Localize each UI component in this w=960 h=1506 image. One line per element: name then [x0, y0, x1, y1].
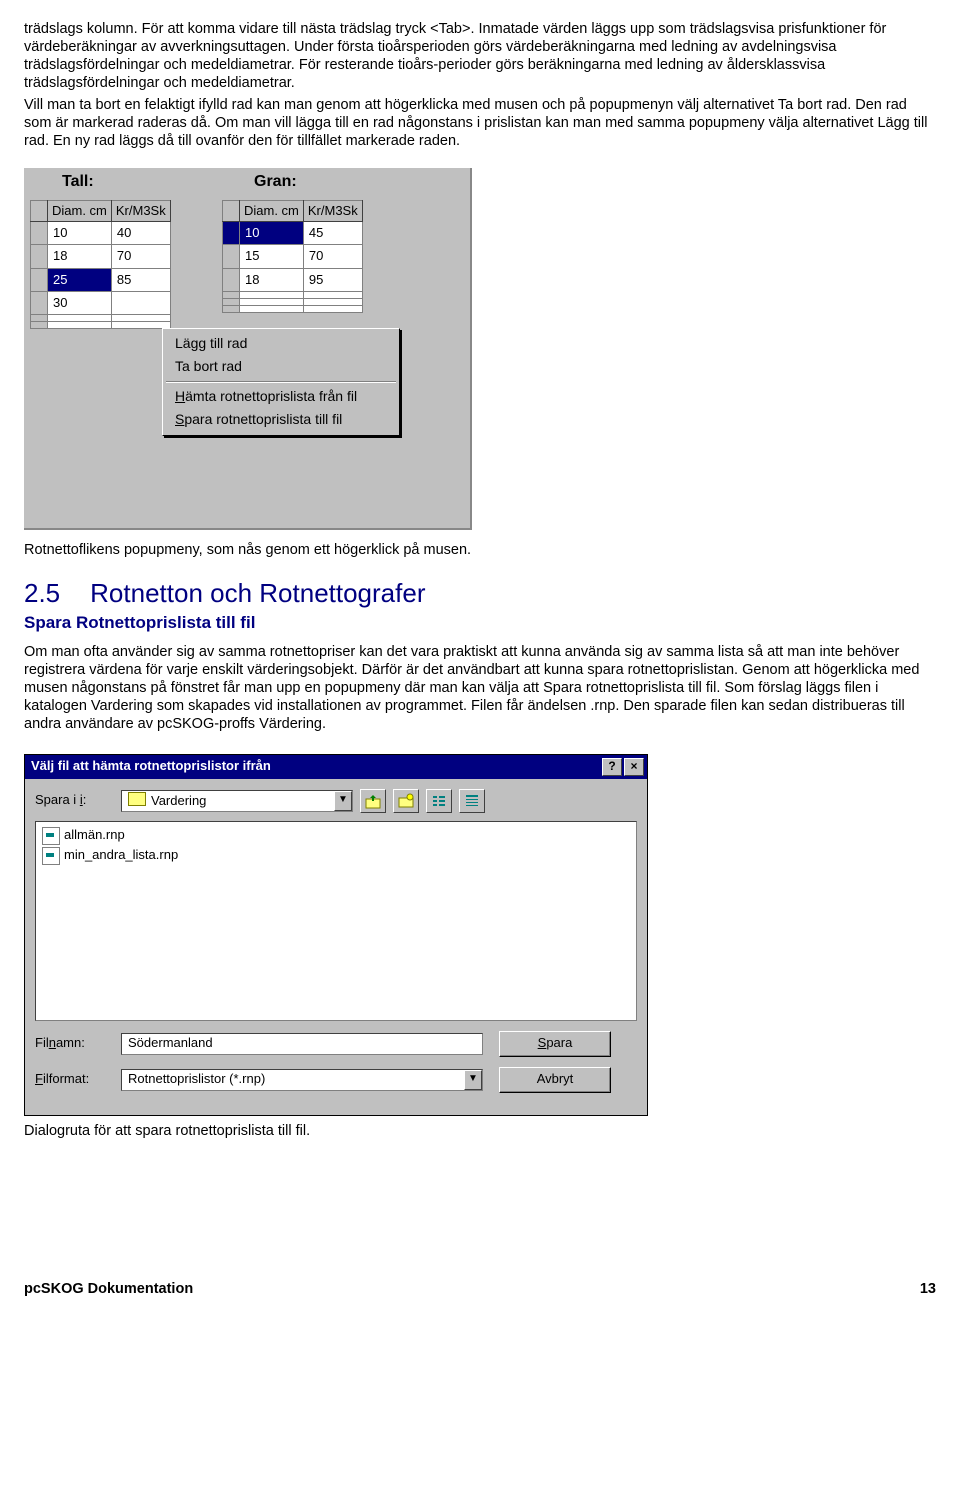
file-item[interactable]: allmän.rnp: [42, 826, 630, 846]
list-view-button[interactable]: [426, 789, 452, 813]
page-footer: pcSKOG Dokumentation 13: [24, 1280, 936, 1298]
menu-load-from-file[interactable]: Hämta rotnettoprislista från fil: [165, 385, 397, 409]
intro-paragraph-2: Vill man ta bort en felaktigt ifylld rad…: [24, 96, 936, 150]
save-dialog: Välj fil att hämta rotnettoprislistor if…: [24, 754, 648, 1116]
cell[interactable]: 85: [111, 268, 170, 291]
cell[interactable]: [303, 298, 362, 305]
footer-left: pcSKOG Dokumentation: [24, 1280, 193, 1298]
dialog-titlebar: Välj fil att hämta rotnettoprislistor if…: [25, 755, 647, 779]
section-heading: 2.5Rotnetton och Rotnettografer: [24, 577, 936, 610]
cell[interactable]: [48, 322, 112, 329]
save-in-label: Spara i i:: [35, 792, 121, 808]
file-icon: [42, 827, 60, 845]
rotnetto-tables-screenshot: Tall: Gran: Diam. cm Kr/M3Sk 1040 1870 2…: [24, 168, 472, 530]
new-folder-button[interactable]: [393, 789, 419, 813]
cell[interactable]: [303, 291, 362, 298]
cell[interactable]: 70: [111, 245, 170, 268]
fileformat-label: Filformat:: [35, 1071, 121, 1087]
cell[interactable]: [111, 315, 170, 322]
tall-label: Tall:: [62, 172, 94, 192]
folder-icon: [128, 792, 146, 806]
cell[interactable]: [240, 298, 304, 305]
cell[interactable]: [240, 305, 304, 312]
gran-label: Gran:: [254, 172, 297, 192]
file-item[interactable]: min_andra_lista.rnp: [42, 846, 630, 866]
cell[interactable]: 30: [48, 291, 112, 314]
cell-selected[interactable]: 10: [240, 222, 304, 245]
cancel-button[interactable]: Avbryt: [499, 1067, 611, 1093]
col-price: Kr/M3Sk: [111, 200, 170, 221]
dialog-title: Välj fil att hämta rotnettoprislistor if…: [31, 758, 271, 774]
filename-label: Filnamn:: [35, 1035, 121, 1051]
tall-table[interactable]: Diam. cm Kr/M3Sk 1040 1870 2585 30: [30, 200, 171, 329]
menu-add-row[interactable]: Lägg till rad: [165, 332, 397, 356]
cell[interactable]: 18: [48, 245, 112, 268]
body-paragraph: Om man ofta använder sig av samma rotnet…: [24, 643, 936, 734]
fileformat-combo[interactable]: Rotnettoprislistor (*.rnp) ▼: [121, 1069, 483, 1091]
cell[interactable]: 10: [48, 222, 112, 245]
sub-heading: Spara Rotnettoprislista till fil: [24, 612, 936, 633]
menu-delete-row[interactable]: Ta bort rad: [165, 355, 397, 379]
col-diam: Diam. cm: [240, 200, 304, 221]
screenshot1-caption: Rotnettoflikens popupmeny, som nås genom…: [24, 541, 936, 559]
save-in-combo[interactable]: Vardering ▼: [121, 790, 353, 812]
details-view-button[interactable]: [459, 789, 485, 813]
cell[interactable]: 18: [240, 268, 304, 291]
cell[interactable]: 40: [111, 222, 170, 245]
cell-selected[interactable]: 25: [48, 268, 112, 291]
footer-page-number: 13: [920, 1280, 936, 1298]
file-icon: [42, 847, 60, 865]
gran-table[interactable]: Diam. cm Kr/M3Sk 1045 1570 1895: [222, 200, 363, 313]
menu-save-to-file[interactable]: Spara rotnettoprislista till fil: [165, 408, 397, 432]
chevron-down-icon[interactable]: ▼: [334, 791, 352, 811]
cell[interactable]: 15: [240, 245, 304, 268]
context-popup: Lägg till rad Ta bort rad Hämta rotnetto…: [162, 328, 400, 436]
up-one-level-button[interactable]: [360, 789, 386, 813]
chevron-down-icon[interactable]: ▼: [464, 1070, 482, 1090]
screenshot2-caption: Dialogruta för att spara rotnettoprislis…: [24, 1122, 936, 1140]
intro-paragraph-1: trädslags kolumn. För att komma vidare t…: [24, 20, 936, 93]
cell[interactable]: 70: [303, 245, 362, 268]
cell[interactable]: [240, 291, 304, 298]
col-diam: Diam. cm: [48, 200, 112, 221]
cell[interactable]: [111, 291, 170, 314]
help-button[interactable]: ?: [602, 758, 622, 776]
cell[interactable]: 95: [303, 268, 362, 291]
col-price: Kr/M3Sk: [303, 200, 362, 221]
save-button[interactable]: Spara: [499, 1031, 611, 1057]
filename-input[interactable]: Södermanland: [121, 1033, 483, 1055]
cell[interactable]: 45: [303, 222, 362, 245]
file-list-pane[interactable]: allmän.rnp min_andra_lista.rnp: [35, 821, 637, 1021]
cell[interactable]: [303, 305, 362, 312]
cell[interactable]: [48, 315, 112, 322]
close-button[interactable]: ×: [624, 758, 644, 776]
